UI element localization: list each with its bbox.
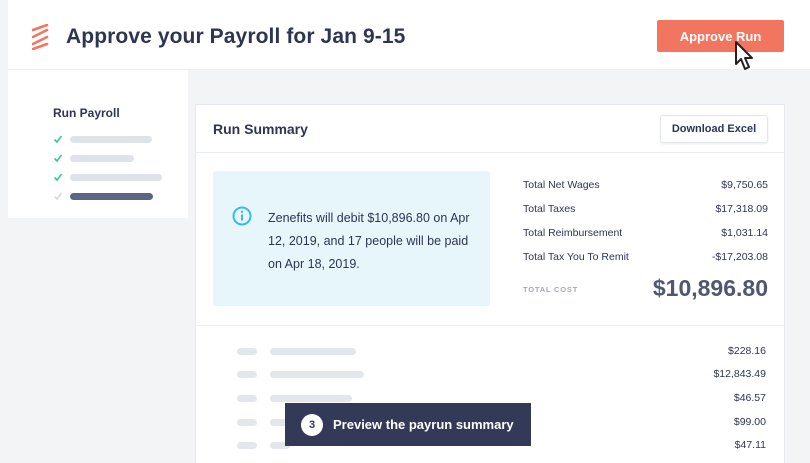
line-item-row: $228.16 — [196, 345, 784, 359]
total-value: $9,750.65 — [721, 179, 768, 191]
total-label: Total Reimbursement — [523, 227, 623, 239]
line-item-amount: $47.11 — [734, 439, 766, 451]
step-item[interactable] — [53, 133, 152, 145]
walkthrough-tooltip: 3 Preview the payrun summary — [285, 403, 531, 446]
step-item[interactable] — [53, 152, 134, 164]
total-row: Total Tax You To Remit -$17,203.08 — [523, 251, 768, 267]
line-item-placeholder — [237, 419, 257, 426]
section-divider — [196, 325, 784, 326]
total-cost-label: TOTAL COST — [523, 285, 579, 294]
download-excel-button[interactable]: Download Excel — [660, 115, 768, 143]
step-label-placeholder — [70, 173, 162, 181]
total-row: Total Net Wages $9,750.65 — [523, 179, 768, 195]
page-title: Approve your Payroll for Jan 9-15 — [66, 25, 406, 48]
total-value: -$17,203.08 — [711, 251, 768, 263]
line-item-placeholder — [237, 442, 257, 449]
check-icon — [53, 192, 63, 201]
step-item[interactable] — [53, 171, 162, 183]
total-label: Total Taxes — [523, 203, 576, 215]
info-icon — [232, 206, 252, 226]
mouse-pointer-icon — [735, 41, 753, 70]
debit-info-text: Zenefits will debit $10,896.80 on Apr 12… — [268, 211, 470, 271]
line-item-amount: $46.57 — [733, 392, 766, 404]
line-item-placeholder — [237, 371, 257, 378]
line-item-amount: $12,843.49 — [713, 368, 766, 380]
payroll-steps-panel: Run Payroll — [8, 70, 188, 218]
card-header: Run Summary Download Excel — [196, 105, 784, 153]
line-item-placeholder — [237, 348, 257, 355]
check-icon — [53, 173, 63, 182]
line-item-amount: $99.00 — [733, 416, 766, 428]
line-item-placeholder — [270, 395, 352, 402]
line-item-amount: $228.16 — [728, 345, 766, 357]
steps-title: Run Payroll — [53, 106, 120, 120]
total-label: Total Net Wages — [523, 179, 600, 191]
total-label: Total Tax You To Remit — [523, 251, 629, 263]
line-item-row: $12,843.49 — [196, 368, 784, 382]
line-item-placeholder — [237, 395, 257, 402]
check-icon — [53, 135, 63, 144]
line-item-placeholder — [270, 348, 356, 355]
total-row: Total Taxes $17,318.09 — [523, 203, 768, 219]
line-item-placeholder — [270, 371, 364, 378]
step-label-placeholder — [70, 135, 152, 143]
step-label-placeholder — [70, 192, 153, 200]
total-value: $17,318.09 — [715, 203, 768, 215]
step-item-current[interactable] — [53, 190, 153, 202]
step-label-placeholder — [70, 154, 134, 162]
tooltip-text: Preview the payrun summary — [333, 417, 514, 432]
total-cost-value: $10,896.80 — [652, 275, 768, 301]
debit-info-box: Zenefits will debit $10,896.80 on Apr 12… — [213, 171, 490, 306]
check-icon — [53, 154, 63, 163]
card-title: Run Summary — [213, 121, 308, 137]
page-header: Approve your Payroll for Jan 9-15 Approv… — [8, 0, 810, 70]
step-number-badge: 3 — [301, 413, 323, 436]
total-value: $1,031.14 — [721, 227, 768, 239]
approve-run-button[interactable]: Approve Run — [657, 20, 784, 52]
total-row: Total Reimbursement $1,031.14 — [523, 227, 768, 243]
zenefits-logo-icon — [32, 24, 49, 50]
